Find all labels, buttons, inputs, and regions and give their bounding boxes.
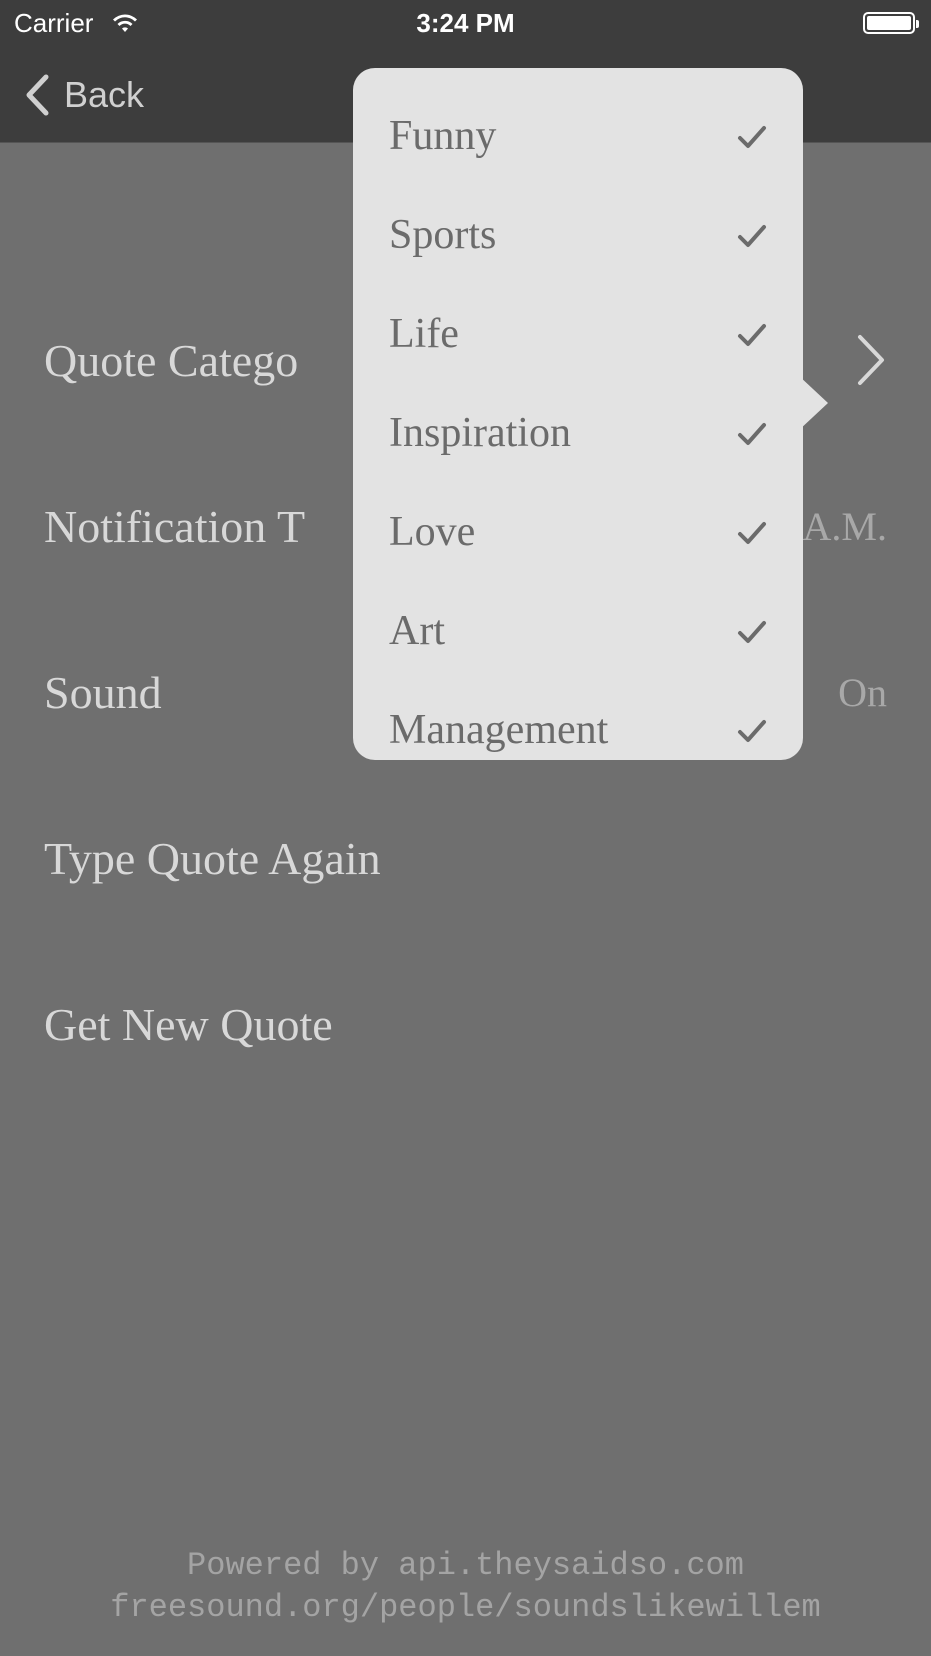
credits-footer: Powered by api.theysaidso.com freesound.… — [0, 1545, 931, 1629]
category-popover: Funny Sports Life Inspiration Love Art M… — [353, 68, 828, 760]
category-label: Sports — [389, 211, 497, 258]
popover-arrow — [798, 375, 828, 431]
checkmark-icon — [737, 310, 767, 358]
chevron-right-icon — [855, 333, 887, 387]
category-item-love[interactable]: Love — [389, 482, 767, 581]
clock-label: 3:24 PM — [416, 8, 515, 38]
sound-value: On — [838, 669, 887, 715]
category-item-inspiration[interactable]: Inspiration — [389, 383, 767, 482]
category-label: Art — [389, 607, 445, 654]
category-label: Funny — [389, 112, 497, 159]
category-item-life[interactable]: Life — [389, 284, 767, 383]
notification-time-value: A.M. — [802, 503, 887, 549]
type-quote-again-label: Type Quote Again — [44, 832, 381, 884]
checkmark-icon — [737, 508, 767, 556]
credits-line-1: Powered by api.theysaidso.com — [187, 1547, 744, 1584]
chevron-left-icon — [26, 74, 49, 116]
checkmark-icon — [737, 409, 767, 457]
checkmark-icon — [737, 211, 767, 259]
quote-category-label: Quote Catego — [44, 334, 299, 386]
category-item-management[interactable]: Management — [389, 680, 767, 779]
category-label: Life — [389, 310, 459, 357]
category-item-sports[interactable]: Sports — [389, 185, 767, 284]
checkmark-icon — [737, 112, 767, 160]
category-label: Management — [389, 706, 609, 753]
credits-line-2: freesound.org/people/soundslikewillem — [110, 1589, 821, 1626]
checkmark-icon — [737, 706, 767, 754]
status-bar: Carrier 3:24 PM — [0, 0, 931, 46]
back-label: Back — [64, 74, 145, 115]
get-new-quote-row[interactable]: Get New Quote — [44, 994, 887, 1054]
type-quote-again-row[interactable]: Type Quote Again — [44, 828, 887, 888]
checkmark-icon — [737, 607, 767, 655]
category-label: Inspiration — [389, 409, 571, 456]
sound-label: Sound — [44, 666, 162, 718]
back-button[interactable]: Back — [24, 70, 144, 120]
notification-time-label: Notification T — [44, 500, 306, 552]
get-new-quote-label: Get New Quote — [44, 998, 333, 1050]
category-item-funny[interactable]: Funny — [389, 86, 767, 185]
category-item-art[interactable]: Art — [389, 581, 767, 680]
battery-icon — [863, 12, 919, 34]
category-label: Love — [389, 508, 476, 555]
